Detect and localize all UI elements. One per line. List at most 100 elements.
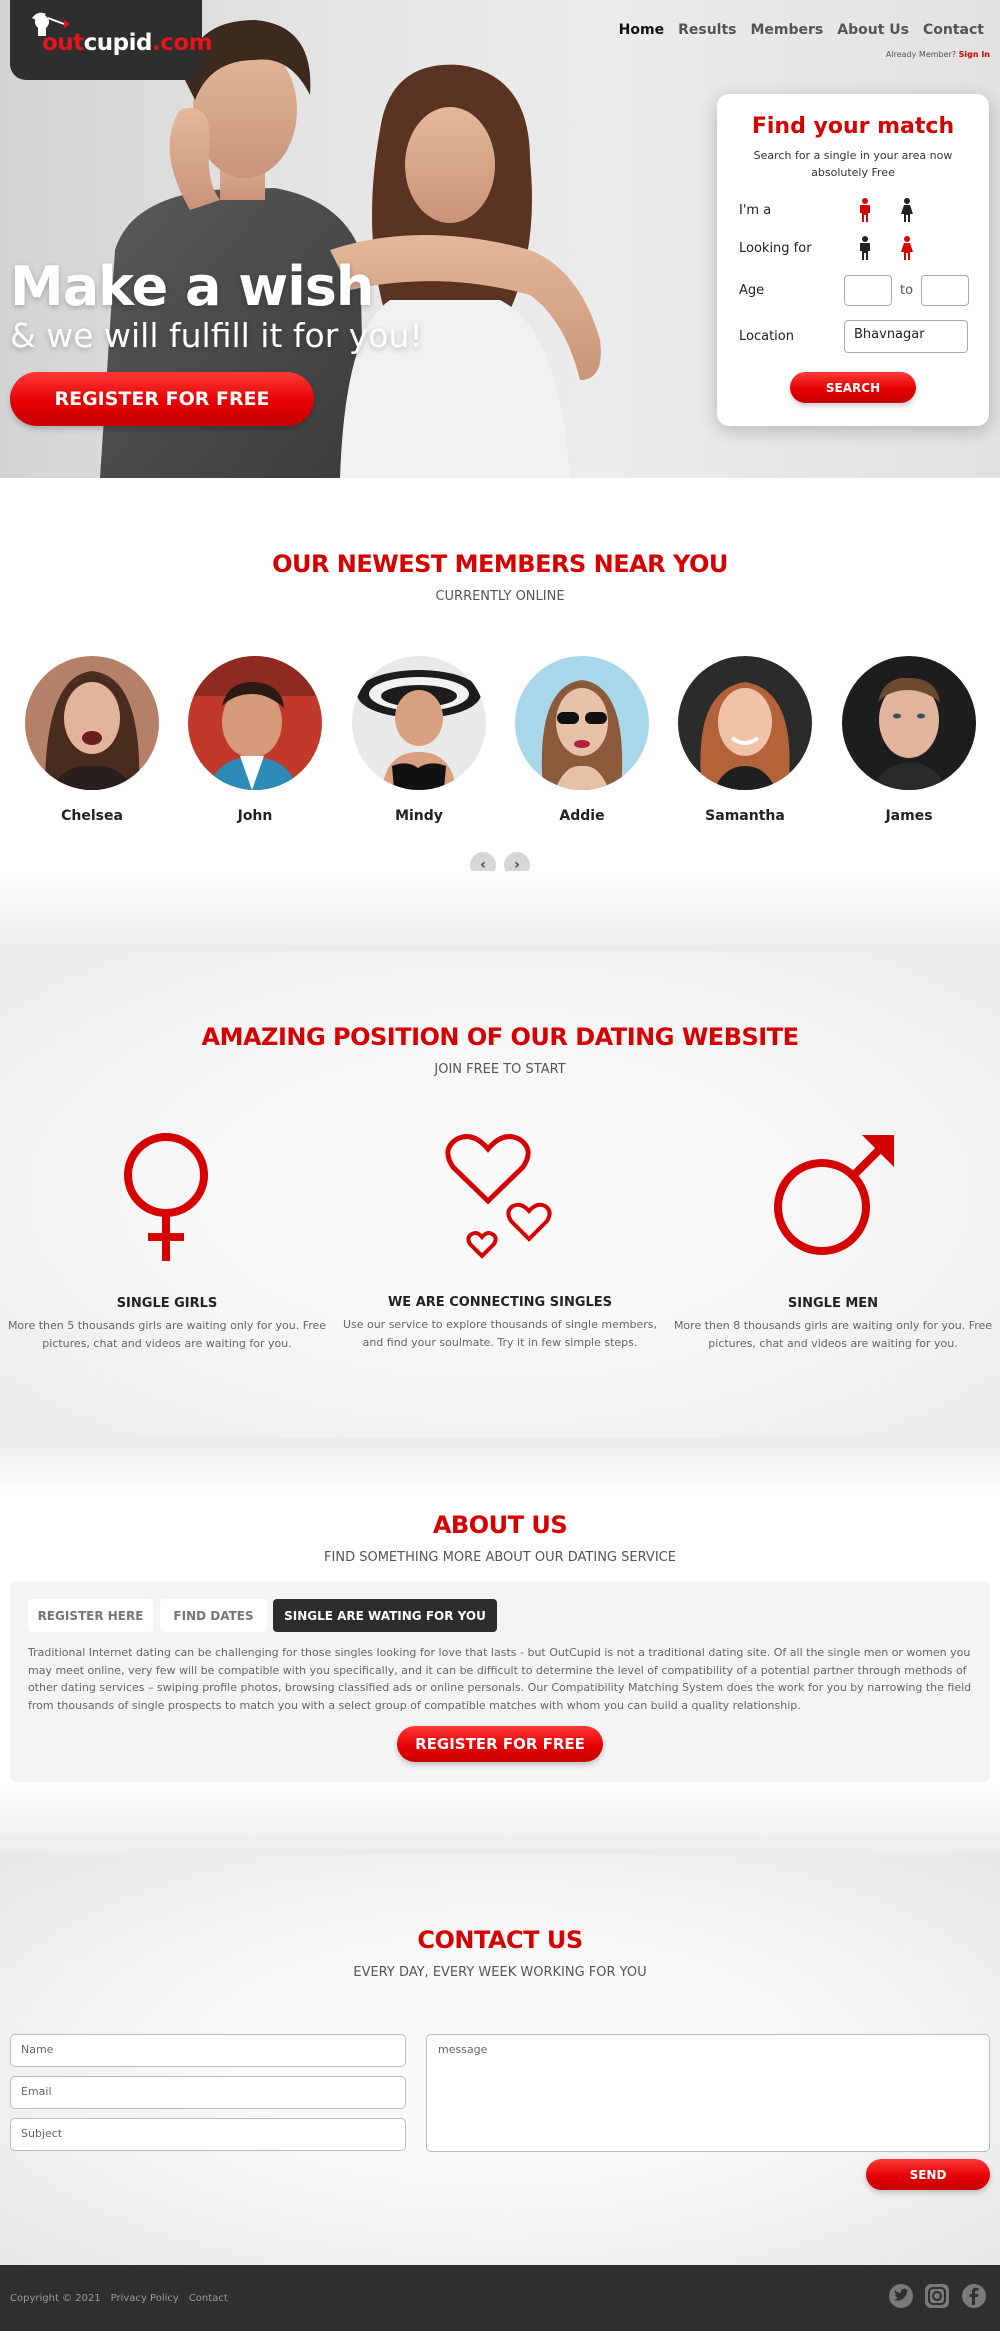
footer-contact-link[interactable]: Contact xyxy=(189,2293,228,2304)
about-title: ABOUT US xyxy=(432,1511,568,1539)
nav-results[interactable]: Results xyxy=(678,22,736,38)
age-to-input[interactable] xyxy=(921,275,970,306)
privacy-policy-link[interactable]: Privacy Policy xyxy=(111,2293,179,2304)
twitter-icon[interactable] xyxy=(888,2283,914,2309)
amazing-title: AMAZING POSITION OF OUR DATING WEBSITE xyxy=(201,1023,799,1051)
member-name: John xyxy=(237,808,273,824)
feature-desc: More then 8 thousands girls are waiting … xyxy=(673,1319,993,1350)
logo-out: out xyxy=(42,30,84,56)
location-input[interactable]: Bhavnagar xyxy=(844,320,968,353)
copyright-text: Copyright © 2021 xyxy=(10,2293,101,2304)
location-label: Location xyxy=(739,329,794,344)
hero-register-button[interactable]: REGISTER FOR FREE xyxy=(10,372,314,426)
male-icon[interactable] xyxy=(858,236,872,260)
female-icon[interactable] xyxy=(900,198,914,222)
about-register-button[interactable]: REGISTER FOR FREE xyxy=(397,1726,603,1762)
member-name: Samantha xyxy=(705,808,785,824)
chevron-left-icon[interactable]: ‹ xyxy=(470,852,496,878)
logo-com: .com xyxy=(152,30,213,56)
female-symbol-icon xyxy=(124,1133,208,1261)
age-to-label: to xyxy=(900,283,914,298)
member-card[interactable]: John xyxy=(188,656,322,824)
im-a-label: I'm a xyxy=(739,202,772,218)
feature-desc: Use our service to explore thousands of … xyxy=(342,1318,658,1349)
member-card[interactable]: Mindy xyxy=(352,656,486,824)
member-name: Addie xyxy=(559,808,605,824)
find-match-subtitle: Search for a single in your area now abs… xyxy=(753,149,953,179)
nav-contact[interactable]: Contact xyxy=(923,22,984,38)
looking-for-row: Looking for xyxy=(739,236,928,260)
members-title: OUR NEWEST MEMBERS NEAR YOU xyxy=(272,550,728,578)
facebook-icon[interactable] xyxy=(961,2283,987,2309)
instagram-icon[interactable] xyxy=(924,2283,950,2309)
location-row: Location Bhavnagar xyxy=(739,320,968,353)
logo[interactable]: outcupid.com xyxy=(10,0,213,80)
email-field[interactable]: Email xyxy=(10,2076,406,2109)
looking-for-label: Looking for xyxy=(739,240,812,256)
hero-headline: Make a wish xyxy=(10,255,374,318)
members-subtitle: CURRENTLY ONLINE xyxy=(435,589,565,604)
feature-desc: More then 5 thousands girls are waiting … xyxy=(7,1319,327,1350)
subject-field[interactable]: Subject xyxy=(10,2118,406,2151)
member-avatar xyxy=(842,656,976,790)
feature-connecting-singles: WE ARE CONNECTING SINGLES Use our servic… xyxy=(335,1295,665,1352)
already-member-text: Already Member? Sign In xyxy=(886,50,990,59)
member-card[interactable]: Addie xyxy=(515,656,649,824)
hero-subheadline: & we will fulfill it for you! xyxy=(10,316,423,355)
newest-members-section: OUR NEWEST MEMBERS NEAR YOU CURRENTLY ON… xyxy=(0,478,1000,951)
tab-register-here[interactable]: REGISTER HERE xyxy=(28,1599,153,1632)
member-avatar xyxy=(515,656,649,790)
age-row: Age to xyxy=(739,275,970,306)
member-card[interactable]: Samantha xyxy=(678,656,812,824)
amazing-section: AMAZING POSITION OF OUR DATING WEBSITE J… xyxy=(0,951,1000,1438)
nav-members[interactable]: Members xyxy=(751,22,824,38)
member-name: Chelsea xyxy=(61,808,123,824)
member-card[interactable]: James xyxy=(842,656,976,824)
find-match-card: Find your match Search for a single in y… xyxy=(717,94,989,426)
main-nav: Home Results Members About Us Contact xyxy=(619,22,984,38)
im-a-row: I'm a xyxy=(739,198,928,222)
tab-single-waiting[interactable]: SINGLE ARE WATING FOR YOU xyxy=(273,1599,497,1632)
feature-single-men: SINGLE MEN More then 8 thousands girls a… xyxy=(668,1296,998,1353)
female-icon[interactable] xyxy=(900,236,914,260)
age-from-input[interactable] xyxy=(844,275,892,306)
tab-find-dates[interactable]: FIND DATES xyxy=(160,1599,267,1632)
contact-title: CONTACT US xyxy=(417,1926,583,1954)
footer: Copyright © 2021 Privacy Policy Contact xyxy=(0,2265,1000,2331)
about-section: ABOUT US FIND SOMETHING MORE ABOUT OUR D… xyxy=(0,1438,1000,1854)
chevron-right-icon[interactable]: › xyxy=(504,852,530,878)
amazing-subtitle: JOIN FREE TO START xyxy=(434,1062,566,1077)
feature-single-girls: SINGLE GIRLS More then 5 thousands girls… xyxy=(2,1296,332,1353)
member-avatar xyxy=(352,656,486,790)
contact-subtitle: EVERY DAY, EVERY WEEK WORKING FOR YOU xyxy=(353,1965,647,1980)
member-avatar xyxy=(25,656,159,790)
logo-cupid-word: cupid xyxy=(83,30,153,56)
sign-in-link[interactable]: Sign In xyxy=(959,50,990,59)
age-label: Age xyxy=(739,283,765,298)
about-text: Traditional Internet dating can be chall… xyxy=(28,1646,972,1712)
nav-home[interactable]: Home xyxy=(619,22,664,38)
nav-about-us[interactable]: About Us xyxy=(837,22,909,38)
about-tabs-panel: REGISTER HERE FIND DATES SINGLE ARE WATI… xyxy=(10,1581,990,1782)
member-avatar xyxy=(188,656,322,790)
hearts-icon xyxy=(445,1134,552,1259)
logo-text: outcupid.com xyxy=(42,30,213,56)
search-button[interactable]: SEARCH xyxy=(790,372,916,403)
male-symbol-icon xyxy=(774,1135,894,1255)
member-avatar xyxy=(678,656,812,790)
member-name: Mindy xyxy=(395,808,443,824)
name-field[interactable]: Name xyxy=(10,2034,406,2067)
feature-title: SINGLE GIRLS xyxy=(116,1296,218,1311)
hero-section: outcupid.com Home Results Members About … xyxy=(0,0,1000,478)
male-icon[interactable] xyxy=(858,198,872,222)
already-member-label: Already Member? xyxy=(885,50,957,59)
send-button[interactable]: SEND xyxy=(866,2159,990,2190)
page: outcupid.com Home Results Members About … xyxy=(0,0,1000,2331)
contact-section: CONTACT US EVERY DAY, EVERY WEEK WORKING… xyxy=(0,1854,1000,2265)
footer-links: Copyright © 2021 Privacy Policy Contact xyxy=(10,2293,228,2304)
find-match-title: Find your match xyxy=(751,114,955,139)
member-card[interactable]: Chelsea xyxy=(25,656,159,824)
feature-title: SINGLE MEN xyxy=(787,1296,879,1311)
about-subtitle: FIND SOMETHING MORE ABOUT OUR DATING SER… xyxy=(324,1550,676,1565)
message-field[interactable]: message xyxy=(426,2034,990,2152)
